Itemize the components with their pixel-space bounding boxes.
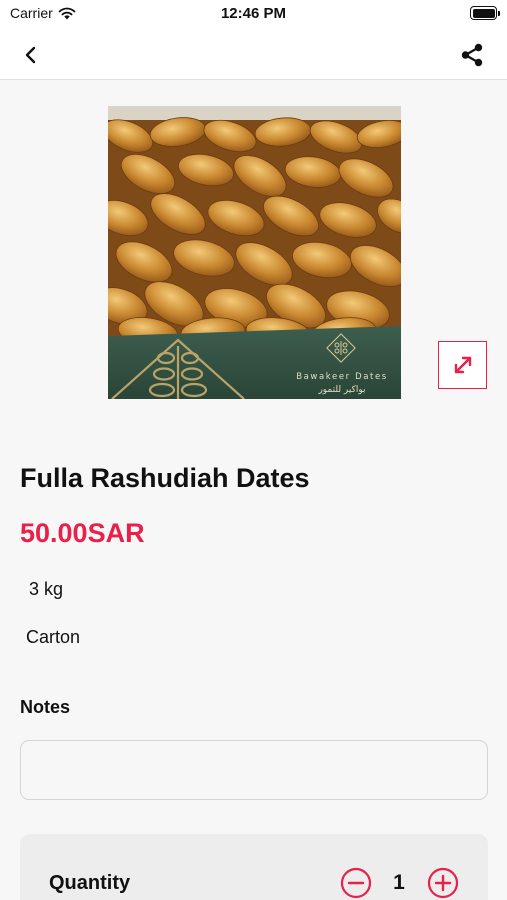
- plus-circle-icon: [427, 867, 459, 899]
- quantity-value: 1: [393, 871, 405, 894]
- product-package-type: Carton: [26, 627, 81, 647]
- decrease-quantity-button[interactable]: [340, 867, 372, 899]
- expand-image-button[interactable]: [438, 341, 487, 389]
- nav-bar: [0, 30, 507, 80]
- product-image[interactable]: Bawakeer Dates بواكير للتمور: [108, 106, 401, 399]
- quantity-label: Quantity: [49, 872, 131, 894]
- image-brand-text-ar: بواكير للتمور: [317, 385, 365, 395]
- status-time: 12:46 PM: [220, 5, 287, 22]
- share-icon: [461, 43, 483, 67]
- dates-box-photo: Bawakeer Dates بواكير للتمور: [108, 106, 401, 399]
- status-bar: Carrier 12:46 PM: [0, 0, 507, 30]
- chevron-left-icon: [25, 46, 36, 64]
- product-price: 50.00SAR: [20, 518, 145, 548]
- product-title: Fulla Rashudiah Dates: [20, 463, 310, 493]
- notes-input[interactable]: [20, 740, 488, 800]
- increase-quantity-button[interactable]: [427, 867, 459, 899]
- image-brand-text: Bawakeer Dates: [296, 372, 388, 382]
- back-button[interactable]: [18, 42, 44, 68]
- quantity-card: Quantity 1: [20, 834, 488, 900]
- product-weight: 3 kg: [29, 579, 64, 599]
- minus-circle-icon: [340, 867, 372, 899]
- expand-icon: [454, 356, 471, 374]
- share-button[interactable]: [457, 40, 487, 70]
- battery-icon: [470, 6, 500, 20]
- notes-label: Notes: [20, 697, 71, 717]
